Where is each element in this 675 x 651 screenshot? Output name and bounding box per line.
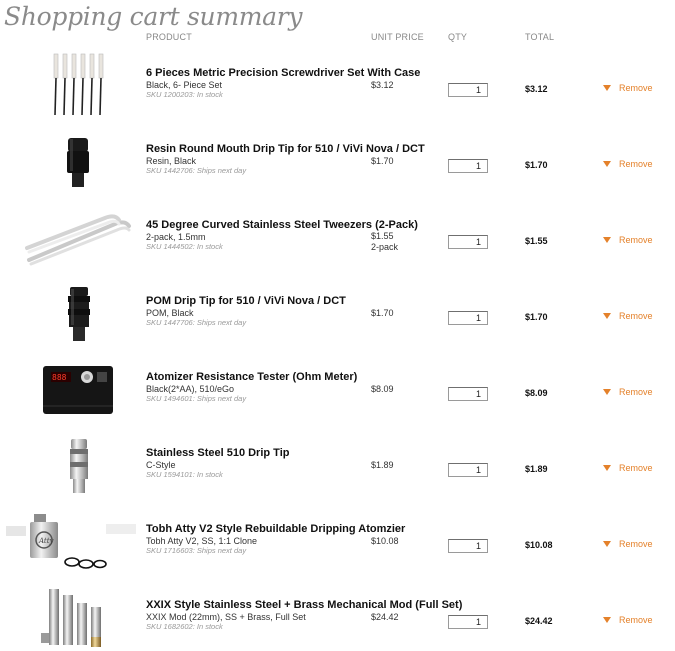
unit-price: $3.12 bbox=[371, 80, 394, 90]
cart-row: POM Drip Tip for 510 / ViVi Nova / DCT P… bbox=[0, 276, 675, 352]
remove-button[interactable]: Remove bbox=[603, 235, 653, 245]
steel-drip-tip-image[interactable] bbox=[20, 428, 138, 504]
quantity-input[interactable] bbox=[448, 539, 488, 553]
ohm-meter-image[interactable]: 888 bbox=[20, 352, 138, 428]
cart-row: XXIX Style Stainless Steel + Brass Mecha… bbox=[0, 580, 675, 651]
svg-text:Atty: Atty bbox=[38, 537, 55, 545]
product-variant: 2-pack, 1.5mm bbox=[146, 232, 206, 242]
unit-price: $1.55 bbox=[371, 231, 394, 241]
remove-label: Remove bbox=[619, 615, 653, 625]
column-header-product: PRODUCT bbox=[146, 32, 192, 42]
column-header-total: TOTAL bbox=[525, 32, 555, 42]
product-sku: SKU 1200203: In stock bbox=[146, 90, 223, 99]
product-name[interactable]: Resin Round Mouth Drip Tip for 510 / ViV… bbox=[146, 143, 425, 155]
line-total: $3.12 bbox=[525, 84, 548, 94]
product-sku: SKU 1682602: In stock bbox=[146, 622, 223, 631]
unit-price: $10.08 bbox=[371, 536, 399, 546]
product-variant: POM, Black bbox=[146, 308, 194, 318]
price-note: 2-pack bbox=[371, 242, 399, 252]
product-sku: SKU 1444502: In stock bbox=[146, 242, 223, 251]
column-header-qty: QTY bbox=[448, 32, 468, 42]
arrow-down-icon bbox=[603, 85, 611, 91]
remove-label: Remove bbox=[619, 235, 653, 245]
product-name[interactable]: 6 Pieces Metric Precision Screwdriver Se… bbox=[146, 67, 420, 79]
arrow-down-icon bbox=[603, 237, 611, 243]
pom-drip-tip-image[interactable] bbox=[20, 276, 138, 352]
product-variant: C-Style bbox=[146, 460, 176, 470]
arrow-down-icon bbox=[603, 541, 611, 547]
product-variant: XXIX Mod (22mm), SS + Brass, Full Set bbox=[146, 612, 306, 622]
product-name[interactable]: POM Drip Tip for 510 / ViVi Nova / DCT bbox=[146, 295, 346, 307]
cart-row: Stainless Steel 510 Drip Tip C-Style SKU… bbox=[0, 428, 675, 504]
quantity-input[interactable] bbox=[448, 463, 488, 477]
line-total: $10.08 bbox=[525, 540, 553, 550]
remove-label: Remove bbox=[619, 539, 653, 549]
product-name[interactable]: Stainless Steel 510 Drip Tip bbox=[146, 447, 289, 459]
mechanical-mod-image[interactable] bbox=[20, 580, 138, 651]
quantity-input[interactable] bbox=[448, 311, 488, 325]
resin-drip-tip-image[interactable] bbox=[20, 124, 138, 200]
arrow-down-icon bbox=[603, 617, 611, 623]
line-total: $1.55 bbox=[525, 236, 548, 246]
line-total: $1.70 bbox=[525, 160, 548, 170]
remove-label: Remove bbox=[619, 83, 653, 93]
product-name[interactable]: XXIX Style Stainless Steel + Brass Mecha… bbox=[146, 599, 462, 611]
page-title: Shopping cart summary bbox=[4, 2, 303, 31]
product-sku: SKU 1494601: Ships next day bbox=[146, 394, 247, 403]
remove-button[interactable]: Remove bbox=[603, 463, 653, 473]
remove-button[interactable]: Remove bbox=[603, 311, 653, 321]
remove-label: Remove bbox=[619, 463, 653, 473]
unit-price: $1.70 bbox=[371, 308, 394, 318]
cart-row: Resin Round Mouth Drip Tip for 510 / ViV… bbox=[0, 124, 675, 200]
remove-button[interactable]: Remove bbox=[603, 159, 653, 169]
screwdriver-set-image[interactable] bbox=[20, 48, 138, 124]
tweezers-image[interactable] bbox=[20, 200, 138, 276]
quantity-input[interactable] bbox=[448, 235, 488, 249]
unit-price: $24.42 bbox=[371, 612, 399, 622]
remove-label: Remove bbox=[619, 159, 653, 169]
remove-button[interactable]: Remove bbox=[603, 83, 653, 93]
cart-row: 45 Degree Curved Stainless Steel Tweezer… bbox=[0, 200, 675, 276]
product-name[interactable]: Tobh Atty V2 Style Rebuildable Dripping … bbox=[146, 523, 405, 535]
arrow-down-icon bbox=[603, 161, 611, 167]
remove-label: Remove bbox=[619, 311, 653, 321]
line-total: $1.89 bbox=[525, 464, 548, 474]
svg-text:888: 888 bbox=[52, 373, 67, 382]
product-variant: Resin, Black bbox=[146, 156, 197, 166]
product-variant: Black, 6- Piece Set bbox=[146, 80, 223, 90]
cart-row: 888 Atomizer Resistance Tester (Ohm Mete… bbox=[0, 352, 675, 428]
product-variant: Black(2*AA), 510/eGo bbox=[146, 384, 235, 394]
remove-label: Remove bbox=[619, 387, 653, 397]
column-header-unit-price: UNIT PRICE bbox=[371, 32, 424, 42]
unit-price: $1.70 bbox=[371, 156, 394, 166]
product-sku: SKU 1447706: Ships next day bbox=[146, 318, 247, 327]
line-total: $24.42 bbox=[525, 616, 553, 626]
product-name[interactable]: 45 Degree Curved Stainless Steel Tweezer… bbox=[146, 219, 418, 231]
arrow-down-icon bbox=[603, 313, 611, 319]
line-total: $8.09 bbox=[525, 388, 548, 398]
product-sku: SKU 1442706: Ships next day bbox=[146, 166, 247, 175]
quantity-input[interactable] bbox=[448, 83, 488, 97]
product-sku: SKU 1594101: In stock bbox=[146, 470, 223, 479]
remove-button[interactable]: Remove bbox=[603, 615, 653, 625]
product-sku: SKU 1716603: Ships next day bbox=[146, 546, 247, 555]
cart-row: Atty Tobh Atty V2 Style Rebuildable Drip… bbox=[0, 504, 675, 580]
cart-row: 6 Pieces Metric Precision Screwdriver Se… bbox=[0, 48, 675, 124]
atomizer-image[interactable]: Atty bbox=[4, 504, 138, 580]
product-variant: Tobh Atty V2, SS, 1:1 Clone bbox=[146, 536, 258, 546]
remove-button[interactable]: Remove bbox=[603, 539, 653, 549]
remove-button[interactable]: Remove bbox=[603, 387, 653, 397]
arrow-down-icon bbox=[603, 389, 611, 395]
product-name[interactable]: Atomizer Resistance Tester (Ohm Meter) bbox=[146, 371, 357, 383]
line-total: $1.70 bbox=[525, 312, 548, 322]
unit-price: $8.09 bbox=[371, 384, 394, 394]
quantity-input[interactable] bbox=[448, 615, 488, 629]
unit-price: $1.89 bbox=[371, 460, 394, 470]
quantity-input[interactable] bbox=[448, 159, 488, 173]
quantity-input[interactable] bbox=[448, 387, 488, 401]
arrow-down-icon bbox=[603, 465, 611, 471]
